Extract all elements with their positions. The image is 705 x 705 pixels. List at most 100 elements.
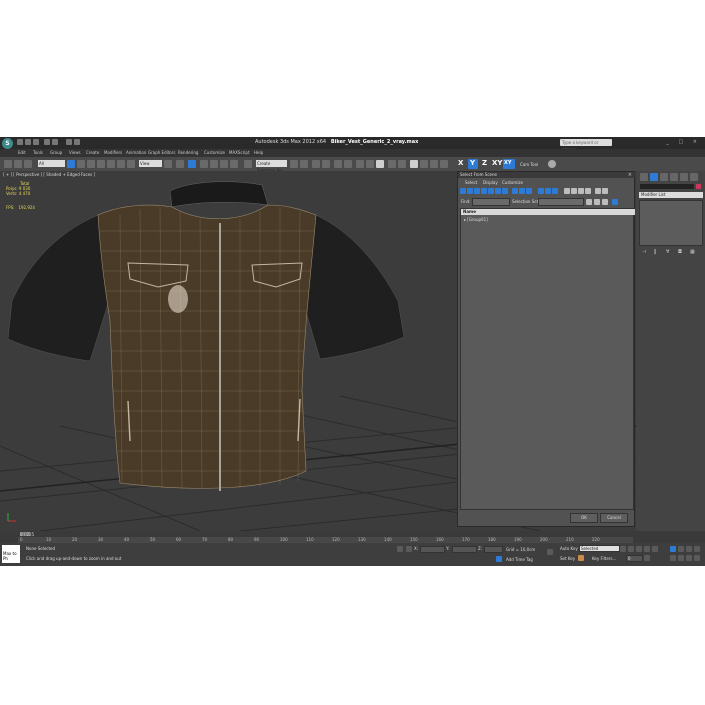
remove-modifier-icon[interactable]: ◘ [678,249,682,255]
find-input[interactable] [472,198,510,206]
material-editor-icon[interactable] [356,160,364,168]
menu-rendering[interactable]: Rendering [178,150,198,155]
window-controls[interactable]: _ □ × [666,139,701,145]
selection-region-icon[interactable] [87,160,95,168]
dialog-tab-select[interactable]: Select [465,180,477,185]
time-slider[interactable]: 0 / 225 0 10 20 30 40 50 60 70 80 90 100… [0,531,705,543]
menu-help[interactable]: Help [254,150,263,155]
menu-modifiers[interactable]: Modifiers [104,150,122,155]
teapot-render-icon[interactable] [420,160,428,168]
zoom-extents-all-icon[interactable] [694,546,700,552]
menu-tools[interactable]: Tools [33,150,43,155]
cam-tool-label[interactable]: Cam Tool [520,162,538,167]
selection-set-combo[interactable] [538,198,584,206]
list-item[interactable]: ▸ [Group01] [464,217,488,222]
selection-filter-combo[interactable]: All [38,160,65,167]
select-all-icon[interactable] [564,188,570,194]
select-dependents-icon[interactable] [585,188,591,194]
pivot-center-icon[interactable] [164,160,172,168]
undo-icon[interactable] [44,139,50,145]
axis-z-button[interactable]: Z [482,159,487,167]
link-icon[interactable] [4,160,12,168]
find-case-icon[interactable] [586,199,592,205]
select-scale-icon[interactable] [127,160,135,168]
modifier-stack[interactable] [639,200,703,246]
scene-object-list[interactable]: Name ▸ [Group01] [460,208,635,510]
reference-coord-combo[interactable]: View [139,160,162,167]
object-name-input[interactable] [640,184,694,189]
menu-edit[interactable]: Edit [18,150,26,155]
menu-animation[interactable]: Animation [126,150,146,155]
add-time-tag-button[interactable]: Add Time Tag [506,557,533,562]
display-invert-icon[interactable] [552,188,558,194]
select-manipulate-icon[interactable] [176,160,184,168]
pan-view-icon[interactable] [678,555,684,561]
display-all-icon[interactable] [538,188,544,194]
hierarchy-icon[interactable] [602,188,608,194]
snaps-toggle-icon[interactable] [200,160,208,168]
menu-customize[interactable]: Customize [204,150,225,155]
curve-editor-icon[interactable] [334,160,342,168]
object-color-swatch[interactable] [696,184,701,189]
previous-frame-icon[interactable] [628,546,634,552]
zoom-icon[interactable] [670,546,676,552]
play-icon[interactable] [636,546,642,552]
new-file-icon[interactable] [17,139,23,145]
axis-xy-button[interactable]: XY [492,159,502,167]
search-input[interactable]: Type a keyword or phrase [560,139,612,152]
selection-lock-icon[interactable] [397,546,403,552]
percent-snap-icon[interactable] [220,160,228,168]
x-coord-field[interactable] [420,546,445,553]
filter-icon[interactable] [595,188,601,194]
y-coord-field[interactable] [452,546,477,553]
unlink-icon[interactable] [14,160,22,168]
display-groups-icon[interactable] [502,188,508,194]
bind-space-warp-icon[interactable] [24,160,32,168]
render-iterative-icon[interactable] [398,160,406,168]
zoom-all-icon[interactable] [678,546,684,552]
display-cameras-icon[interactable] [481,188,487,194]
mirror-icon[interactable] [290,160,298,168]
name-column-header[interactable]: Name [461,209,635,215]
keyboard-shortcut-icon[interactable] [188,160,196,168]
activeshade-icon[interactable] [430,160,438,168]
menu-graph-editors[interactable]: Graph Editors [148,150,175,155]
menu-create[interactable]: Create [86,150,99,155]
z-coord-field[interactable] [484,546,503,553]
set-key-icon[interactable] [578,555,584,561]
key-set-combo[interactable]: Selected [579,545,620,552]
display-containers-icon[interactable] [526,188,532,194]
go-to-end-icon[interactable] [652,546,658,552]
workspace-icon[interactable] [74,139,80,145]
select-object-icon[interactable] [67,160,75,168]
next-frame-icon[interactable] [644,546,650,552]
environment-icon[interactable] [410,160,418,168]
absolute-mode-icon[interactable] [406,546,412,552]
select-rotate-icon[interactable] [117,160,125,168]
dialog-title[interactable]: Select From Scene [458,172,636,178]
key-mode-icon[interactable] [547,549,553,555]
cancel-button[interactable]: Cancel [600,513,628,523]
set-key-button[interactable]: Set Key [560,556,575,561]
go-to-start-icon[interactable] [620,546,626,552]
time-config-icon[interactable] [644,555,650,561]
display-bones-icon[interactable] [519,188,525,194]
key-filters-button[interactable]: Key Filters... [592,556,616,561]
display-xrefs-icon[interactable] [512,188,518,194]
find-options-icon[interactable] [602,199,608,205]
modifier-list-combo[interactable]: Modifier List [639,192,703,198]
auto-key-button[interactable]: Auto Key [560,546,578,551]
display-space-warps-icon[interactable] [495,188,501,194]
open-file-icon[interactable] [25,139,31,145]
viewport-label[interactable]: [ + ] [ Perspective ] [ Shaded + Edged F… [3,172,95,177]
app-logo-icon[interactable]: S [2,138,13,149]
ok-button[interactable]: OK [570,513,598,523]
dialog-close-icon[interactable]: × [628,172,632,178]
rendered-frame-window-icon[interactable] [376,160,384,168]
menu-group[interactable]: Group [50,150,62,155]
dialog-tab-customize[interactable]: Customize [502,180,523,185]
graphite-tools-icon[interactable] [322,160,330,168]
teapot-icon[interactable] [548,160,556,168]
save-file-icon[interactable] [33,139,39,145]
window-crossing-icon[interactable] [97,160,105,168]
